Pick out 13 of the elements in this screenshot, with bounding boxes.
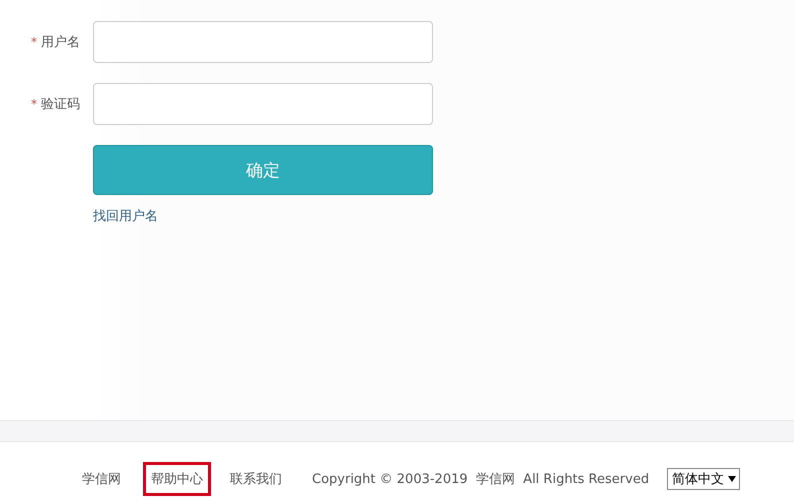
required-mark: * [31, 97, 37, 111]
required-mark: * [31, 35, 37, 49]
copyright-text: Copyright © 2003-2019 学信网 All Rights Reserved [312, 470, 650, 488]
input-field[interactable] [93, 83, 433, 125]
caret-icon [728, 476, 736, 482]
footer-link[interactable]: 帮助中心 [143, 462, 211, 496]
language-select[interactable]: 简体中文 [667, 468, 740, 490]
field-label: 验证码 [41, 96, 80, 113]
input-field[interactable] [93, 21, 433, 63]
footer-link[interactable]: 学信网 [82, 470, 121, 488]
field-label: 用户名 [41, 34, 80, 51]
footer-link[interactable]: 联系我们 [230, 470, 282, 488]
recover-username-link[interactable]: 找回用户名 [93, 207, 158, 225]
